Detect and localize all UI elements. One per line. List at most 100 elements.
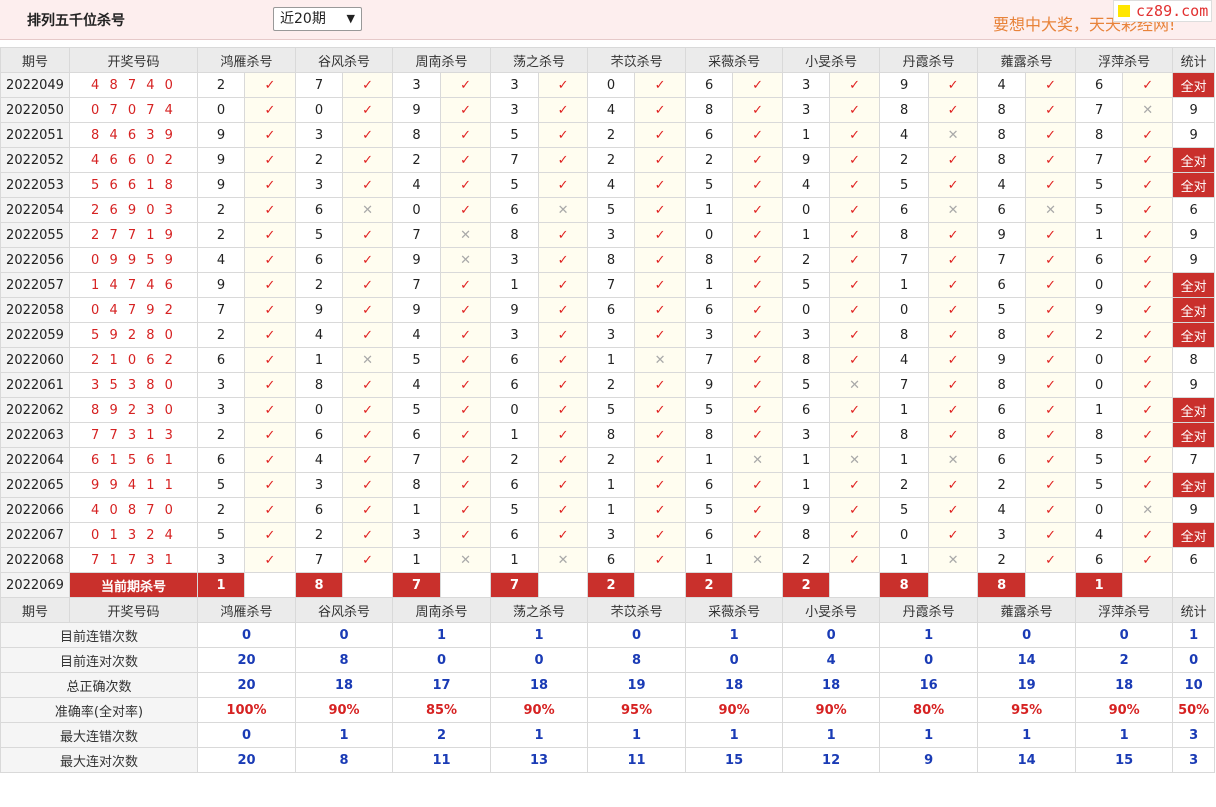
draw-numbers-cell: 9 9 4 1 1 — [69, 472, 198, 498]
check-icon: ✓ — [634, 372, 687, 398]
stat-row: 最大连对次数 20 8 11 13 11 15 12 9 14 15 3 — [0, 747, 1216, 773]
kill-number-cell: 2 — [295, 147, 344, 173]
top-bar: 排列五千位杀号 近20期 ▼ 要想中大奖，天天彩经网! cz89.com — [0, 0, 1216, 40]
check-icon: ✓ — [1122, 522, 1174, 548]
check-icon: ✓ — [1025, 97, 1077, 123]
kill-number-cell: 5 — [685, 172, 734, 198]
col-expert-header[interactable]: 丹霞杀号 — [879, 597, 979, 623]
kill-number-cell: 7 — [392, 272, 442, 298]
kill-number-cell: 2 — [977, 547, 1027, 573]
check-icon: ✓ — [243, 197, 297, 223]
col-expert-header[interactable]: 蕹露杀号 — [977, 597, 1077, 623]
stat-value: 0 — [1075, 622, 1174, 648]
kill-number-cell: 6 — [977, 197, 1027, 223]
kill-number-cell: 1 — [879, 447, 930, 473]
kill-number-cell: 5 — [685, 397, 734, 423]
check-icon: ✓ — [928, 172, 979, 198]
draw-numbers-cell: 5 9 2 8 0 — [69, 322, 198, 348]
stat-value: 1 — [295, 722, 394, 748]
check-icon: ✓ — [732, 72, 784, 98]
table-row: 2022060 2 1 0 6 2 6 ✓ 1 ✕ 5 ✓ 6 ✓ 1 ✕ 7 ✓ 8 ✓ 4 ✓ 9 ✓ 0 ✓ 8 — [0, 347, 1216, 373]
check-icon: ✓ — [440, 297, 492, 323]
table-row: 2022052 4 6 6 0 2 9 ✓ 2 ✓ 2 ✓ 7 ✓ 2 ✓ 2 ✓ 9 ✓ 2 ✓ 8 ✓ 7 ✓ 全对 — [0, 147, 1216, 173]
col-expert-header[interactable]: 鸿雁杀号 — [196, 597, 297, 623]
table-row: 2022054 2 6 9 0 3 2 ✓ 6 ✕ 0 ✓ 6 ✕ 5 ✓ 1 ✓ 0 ✓ 6 ✕ 6 ✕ 5 ✓ 6 — [0, 197, 1216, 223]
issue-cell: 2022050 — [0, 97, 70, 123]
kill-number-cell: 9 — [782, 497, 831, 523]
col-expert-header[interactable]: 周南杀号 — [392, 47, 492, 73]
kill-number-cell: 6 — [490, 522, 540, 548]
kill-number-cell: 6 — [1075, 547, 1124, 573]
cross-icon: ✕ — [1025, 197, 1077, 223]
check-icon: ✓ — [829, 222, 881, 248]
col-expert-header[interactable]: 芣苡杀号 — [587, 597, 687, 623]
kill-number-cell: 6 — [1075, 247, 1124, 273]
check-icon: ✓ — [1025, 347, 1077, 373]
check-icon: ✓ — [342, 397, 394, 423]
col-expert-header[interactable]: 浮萍杀号 — [1075, 47, 1174, 73]
check-icon: ✓ — [243, 372, 297, 398]
check-icon: ✓ — [538, 522, 589, 548]
period-select[interactable]: 近20期 ▼ — [273, 7, 362, 31]
current-kill-cell: 2 — [685, 572, 734, 598]
site-logo[interactable]: cz89.com — [1113, 0, 1212, 22]
check-icon: ✓ — [928, 497, 979, 523]
all-correct-badge: 全对 — [1172, 422, 1216, 448]
check-icon: ✓ — [634, 397, 687, 423]
draw-numbers-cell: 4 0 8 7 0 — [69, 497, 198, 523]
kill-number-cell: 8 — [685, 422, 734, 448]
stat-value: 9 — [879, 747, 979, 773]
kill-number-cell: 9 — [197, 122, 245, 148]
stat-value: 1 — [490, 722, 589, 748]
check-icon: ✓ — [1025, 472, 1077, 498]
kill-number-cell: 5 — [197, 522, 245, 548]
total-cell: 9 — [1172, 97, 1216, 123]
kill-number-cell: 2 — [977, 472, 1027, 498]
kill-number-cell: 4 — [782, 172, 831, 198]
col-expert-header[interactable]: 蕹露杀号 — [977, 47, 1077, 73]
col-expert-header[interactable]: 小旻杀号 — [782, 597, 881, 623]
stat-row: 目前连对次数 20 8 0 0 8 0 4 0 14 2 0 — [0, 647, 1216, 673]
col-expert-header[interactable]: 荡之杀号 — [490, 47, 589, 73]
kill-number-cell: 4 — [879, 347, 930, 373]
col-expert-header[interactable]: 芣苡杀号 — [587, 47, 687, 73]
check-icon: ✓ — [732, 522, 784, 548]
check-icon: ✓ — [732, 172, 784, 198]
kill-number-cell: 1 — [490, 422, 540, 448]
issue-cell: 2022065 — [0, 472, 70, 498]
kill-number-cell: 8 — [392, 472, 442, 498]
check-icon: ✓ — [829, 272, 881, 298]
col-expert-header[interactable]: 谷风杀号 — [295, 47, 394, 73]
cross-icon: ✕ — [634, 347, 687, 373]
col-expert-header[interactable]: 采薇杀号 — [685, 47, 784, 73]
stat-total: 10 — [1172, 672, 1216, 698]
col-expert-header[interactable]: 采薇杀号 — [685, 597, 784, 623]
check-icon: ✓ — [538, 297, 589, 323]
check-icon: ✓ — [634, 547, 687, 573]
stat-value: 14 — [977, 647, 1077, 673]
kill-number-cell: 2 — [879, 147, 930, 173]
current-kill-cell: 8 — [879, 572, 930, 598]
check-icon: ✓ — [342, 547, 394, 573]
col-expert-header[interactable]: 丹霞杀号 — [879, 47, 979, 73]
kill-number-cell: 2 — [197, 422, 245, 448]
kill-number-cell: 5 — [1075, 172, 1124, 198]
empty-cell — [538, 572, 589, 598]
col-expert-header[interactable]: 周南杀号 — [392, 597, 492, 623]
logo-text: cz89.com — [1136, 2, 1209, 20]
kill-number-cell: 9 — [197, 172, 245, 198]
check-icon: ✓ — [440, 147, 492, 173]
col-expert-header[interactable]: 小旻杀号 — [782, 47, 881, 73]
all-correct-badge: 全对 — [1172, 472, 1216, 498]
check-icon: ✓ — [634, 497, 687, 523]
check-icon: ✓ — [342, 372, 394, 398]
kill-number-cell: 6 — [490, 197, 540, 223]
check-icon: ✓ — [829, 72, 881, 98]
col-expert-header[interactable]: 浮萍杀号 — [1075, 597, 1174, 623]
table-row: 2022063 7 7 3 1 3 2 ✓ 6 ✓ 6 ✓ 1 ✓ 8 ✓ 8 ✓ 3 ✓ 8 ✓ 8 ✓ 8 ✓ 全对 — [0, 422, 1216, 448]
col-expert-header[interactable]: 鸿雁杀号 — [196, 47, 297, 73]
col-expert-header[interactable]: 荡之杀号 — [490, 597, 589, 623]
current-kill-cell: 8 — [295, 572, 344, 598]
kill-number-cell: 4 — [879, 122, 930, 148]
col-expert-header[interactable]: 谷风杀号 — [295, 597, 394, 623]
